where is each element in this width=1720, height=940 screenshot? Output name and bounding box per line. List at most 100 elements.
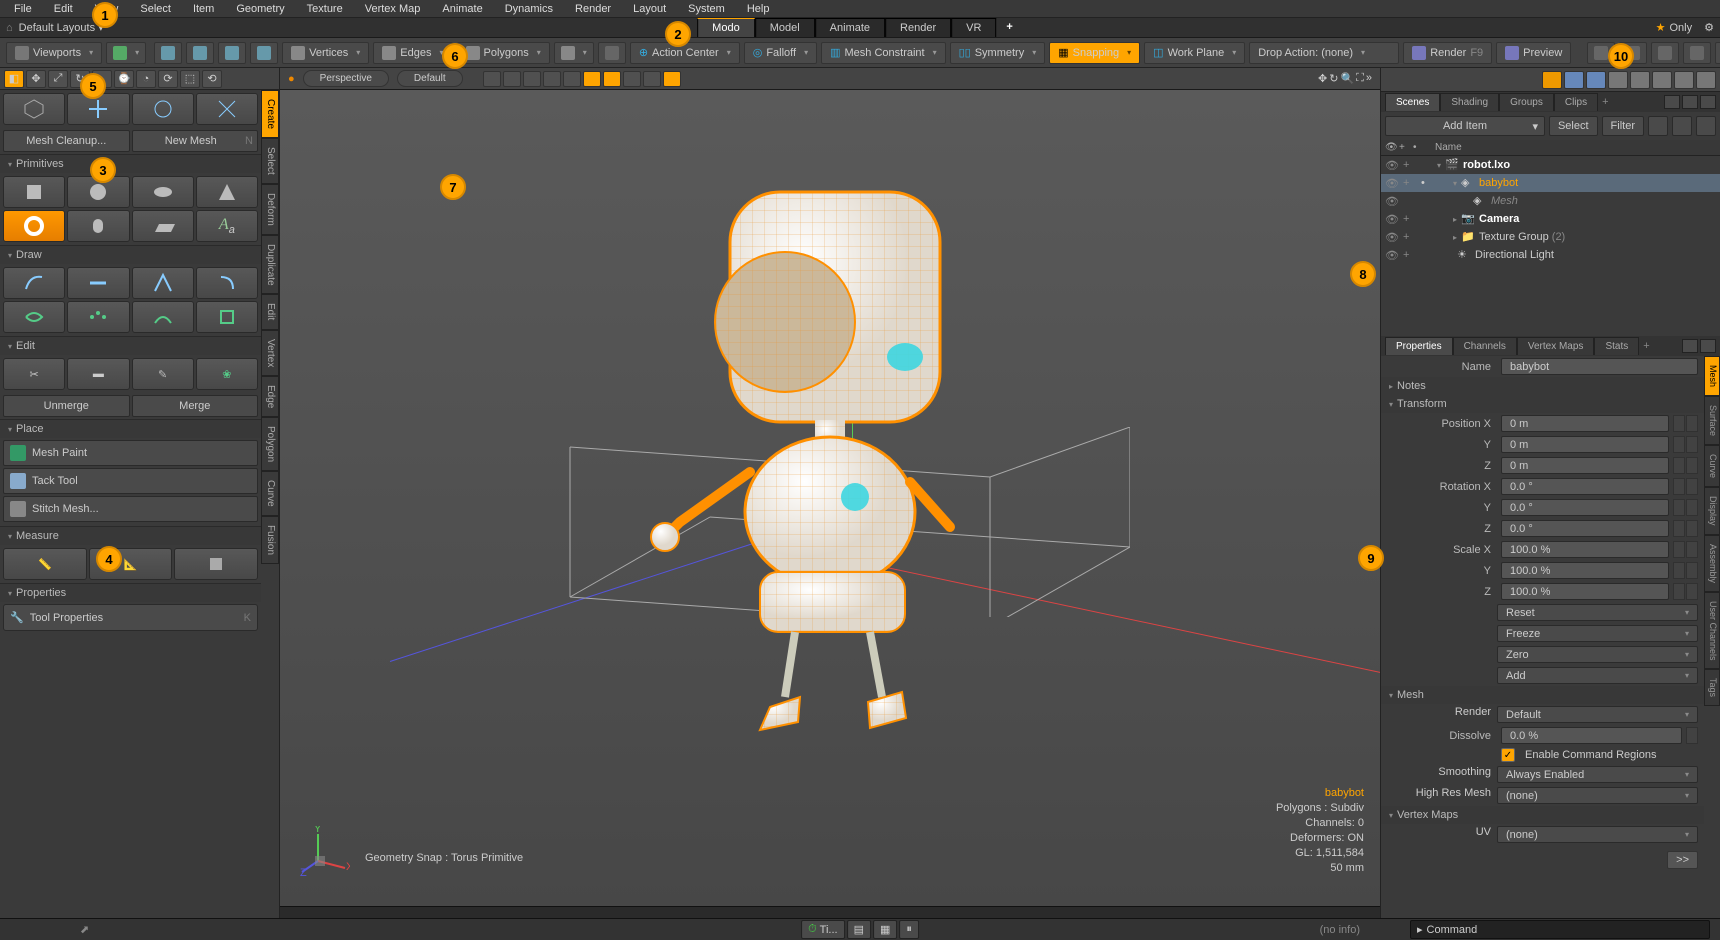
scale-z-input[interactable] [1510,586,1660,598]
draw-3[interactable] [132,267,194,299]
vp-max-icon[interactable]: » [1366,72,1372,85]
pvtab-userchannels[interactable]: User Channels [1704,592,1720,670]
vp-opt-2[interactable] [503,71,521,87]
falloff-dropdown[interactable]: ◎Falloff [744,42,817,64]
preset-2[interactable] [1564,71,1584,89]
tree-item-directional-light[interactable]: 👁+☀Directional Light [1381,246,1720,264]
measure-header[interactable]: Measure [0,526,261,545]
prim-cone[interactable] [196,176,258,208]
rotation-z-input[interactable] [1510,523,1660,535]
pvtab-display[interactable]: Display [1704,487,1720,535]
menu-system[interactable]: System [678,1,735,17]
viewport-canvas[interactable]: Y X Z Geometry Snap : Torus Primitive ba… [280,90,1380,906]
mesh-constraint-dropdown[interactable]: ▥Mesh Constraint [821,42,946,64]
component-extra[interactable] [554,42,594,64]
vp-opt-4[interactable] [543,71,561,87]
tab-modo[interactable]: Modo [697,18,755,37]
prop-close[interactable] [1700,339,1716,353]
tab-shading[interactable]: Shading [1440,93,1499,111]
kits-dropdown[interactable]: ⚙Kits [1715,42,1720,64]
ptab-channels[interactable]: Channels [1453,337,1517,355]
tab-clips[interactable]: Clips [1554,93,1598,111]
transform-section[interactable]: Transform [1381,395,1704,413]
preset-5[interactable] [1630,71,1650,89]
preset-1[interactable] [1542,71,1562,89]
tab-vr[interactable]: VR [951,18,996,37]
vtab-polygon[interactable]: Polygon [261,417,279,471]
smoothing-dropdown[interactable]: Always Enabled [1497,766,1698,783]
bb-3[interactable]: ⏸ [899,920,919,939]
vp-opt-6[interactable] [583,71,601,87]
menu-help[interactable]: Help [737,1,780,17]
scenes-filter-button[interactable]: Filter [1602,116,1644,136]
new-mesh-button[interactable]: New Mesh N [132,130,259,152]
edit-4[interactable]: ❀ [196,358,258,390]
workplane-dropdown[interactable]: ◫Work Plane [1144,42,1245,64]
properties-header[interactable]: Properties [0,583,261,602]
pane-btn-3[interactable] [1651,42,1679,64]
rotation-x-input[interactable] [1510,481,1660,493]
prim-text[interactable]: Aa [196,210,258,242]
position-y-input[interactable] [1510,439,1660,451]
menu-geometry[interactable]: Geometry [226,1,294,17]
panel-close[interactable] [1700,95,1716,109]
vp-opt-3[interactable] [523,71,541,87]
vtab-fusion[interactable]: Fusion [261,516,279,564]
sel-mode-2[interactable] [186,42,214,64]
pvtab-surface[interactable]: Surface [1704,396,1720,445]
panel-gear[interactable] [1682,95,1698,109]
symmetry-dropdown[interactable]: ▯▯Symmetry [950,42,1046,64]
freeze-action[interactable]: Freeze [1497,625,1698,642]
tab-animate[interactable]: Animate [815,18,885,37]
scenes-opt-3[interactable] [1696,116,1716,136]
add-item-dropdown[interactable]: Add Item▾ [1385,116,1545,136]
edit-header[interactable]: Edit [0,336,261,355]
tab-scenes[interactable]: Scenes [1385,93,1440,111]
rotation-y-input[interactable] [1510,502,1660,514]
tool-mode-scale[interactable]: ⤢ [48,70,68,88]
menu-select[interactable]: Select [130,1,181,17]
scroll-more-button[interactable]: >> [1667,851,1698,869]
tool-transform-3[interactable] [132,93,194,125]
draw-7[interactable] [132,301,194,333]
vtab-vertex[interactable]: Vertex [261,330,279,376]
name-input[interactable] [1510,361,1689,373]
shading-dropdown[interactable]: Default [397,70,463,87]
mesh-cleanup-button[interactable]: Mesh Cleanup... [3,130,130,152]
menu-texture[interactable]: Texture [297,1,353,17]
sel-mode-4[interactable] [250,42,278,64]
command-input[interactable]: ▸Command [1410,920,1710,939]
edit-3[interactable]: ✎ [132,358,194,390]
draw-1[interactable] [3,267,65,299]
tab-render[interactable]: Render [885,18,951,37]
pvtab-tags[interactable]: Tags [1704,669,1720,706]
polygons-button[interactable]: Polygons [457,42,550,64]
gear-icon[interactable]: ⚙ [1704,21,1714,34]
layout-dropdown[interactable]: Default Layouts ▾ [19,21,104,34]
unmerge-button[interactable]: Unmerge [3,395,130,417]
draw-6[interactable] [67,301,129,333]
preset-4[interactable] [1608,71,1628,89]
prop-expand[interactable] [1682,339,1698,353]
render-dropdown[interactable]: Default [1497,706,1698,723]
uv-dropdown[interactable]: (none) [1497,826,1698,843]
vp-opt-5[interactable] [563,71,581,87]
reset-action[interactable]: Reset [1497,604,1698,621]
viewports-dropdown[interactable]: Viewports [6,42,102,64]
preset-3[interactable] [1586,71,1606,89]
tool-mode-d[interactable]: ⟳ [158,70,178,88]
tool-mode-e[interactable]: ⬚ [180,70,200,88]
scale-x-input[interactable] [1510,544,1660,556]
menu-vertexmap[interactable]: Vertex Map [355,1,431,17]
scale-y-input[interactable] [1510,565,1660,577]
merge-button[interactable]: Merge [132,395,259,417]
primitives-header[interactable]: Primitives [0,154,261,173]
mesh-section[interactable]: Mesh [1381,686,1704,704]
scenes-opt-2[interactable] [1672,116,1692,136]
tree-item-texture-group[interactable]: 👁+▸📁Texture Group (2) [1381,228,1720,246]
preset-7[interactable] [1674,71,1694,89]
tree-item-mesh[interactable]: 👁◈Mesh [1381,192,1720,210]
tree-item-robot-lxo[interactable]: 👁+▾🎬robot.lxo [1381,156,1720,174]
vtab-edge[interactable]: Edge [261,376,279,417]
vp-zoom-icon[interactable]: 🔍 [1340,72,1354,85]
